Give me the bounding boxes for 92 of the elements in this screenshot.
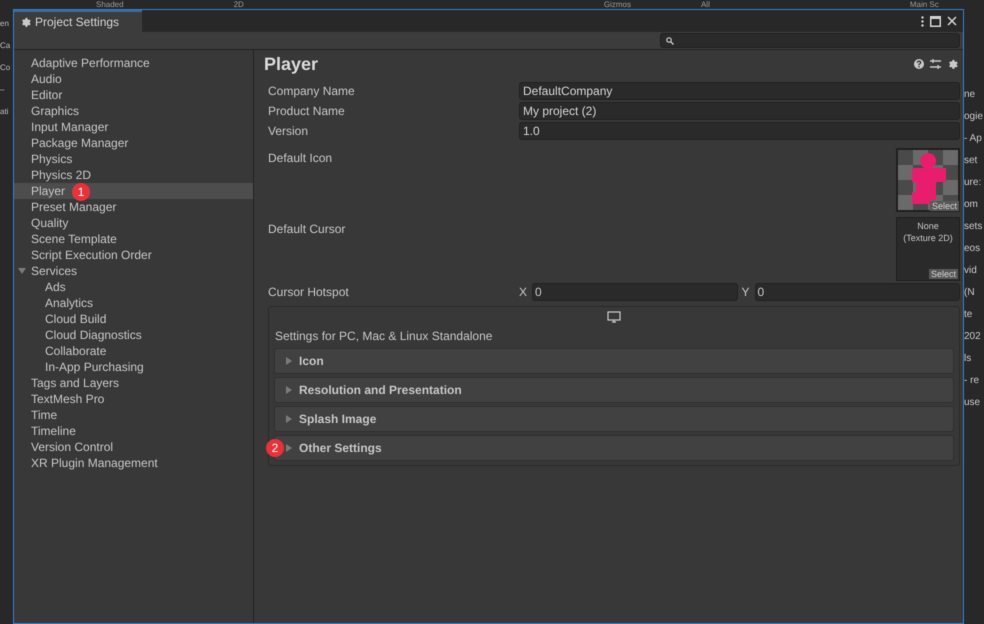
editor-text: ure: <box>964 177 982 189</box>
search-icon <box>666 36 674 44</box>
expand-caret-icon <box>18 267 26 275</box>
sidebar-item[interactable]: Player 1 <box>14 183 253 199</box>
search-field[interactable] <box>660 33 960 48</box>
annotation-badge: 2 <box>266 439 284 457</box>
toolbar-text: All <box>700 0 710 9</box>
text-field[interactable]: 1.0 <box>519 122 960 140</box>
sidebar-item[interactable]: Cloud Diagnostics <box>14 327 253 343</box>
editor-text: en <box>0 19 10 29</box>
editor-text: ogie <box>964 111 984 123</box>
editor-text: sets <box>964 221 984 233</box>
sidebar-item[interactable]: Package Manager <box>14 135 253 151</box>
sidebar-item[interactable]: Services <box>14 263 253 279</box>
editor-text: - Ap <box>964 133 983 145</box>
sidebar-item[interactable]: Analytics <box>14 295 253 311</box>
editor-text: ne <box>964 89 976 101</box>
axis-label: Y <box>742 284 751 301</box>
close-icon[interactable] <box>947 16 957 26</box>
editor-text: set <box>964 155 978 167</box>
editor-text: 202 <box>964 331 982 343</box>
editor-text: eos <box>964 243 982 255</box>
settings-icon[interactable] <box>947 58 958 70</box>
number-field[interactable]: 0 <box>754 283 960 301</box>
sidebar-item[interactable]: Graphics <box>14 103 253 119</box>
sidebar-item[interactable]: Adaptive Performance <box>14 55 253 71</box>
editor-text: – <box>0 85 6 95</box>
number-field[interactable]: 0 <box>532 283 738 301</box>
platform-title: Settings for PC, Mac & Linux Standalone <box>275 328 494 345</box>
sidebar-item[interactable]: Input Manager <box>14 119 253 135</box>
select-button[interactable]: Select <box>928 269 958 279</box>
editor-text: (N <box>964 287 976 299</box>
sliders-icon[interactable] <box>930 59 941 69</box>
foldout-caret-icon <box>285 386 293 394</box>
maximize-icon[interactable] <box>930 16 941 26</box>
field-label: Product Name <box>268 103 346 120</box>
axis-label: X <box>519 284 528 301</box>
panel-title: Player <box>264 52 318 76</box>
editor-text: te <box>964 309 974 321</box>
editor-text: Ca <box>0 41 12 51</box>
editor-text: use <box>964 397 982 409</box>
foldout-header[interactable]: Resolution and Presentation <box>274 377 954 403</box>
field-label: Company Name <box>268 83 356 100</box>
sidebar-item[interactable]: Time <box>14 407 253 423</box>
sidebar-item[interactable]: Scene Template <box>14 231 253 247</box>
toolbar-text: Main Sc <box>910 0 939 9</box>
editor-text: vid <box>964 265 978 277</box>
texture-slot[interactable]: None (Texture 2D) Select <box>896 217 960 281</box>
field-label: Version <box>268 123 310 140</box>
text-field[interactable]: DefaultCompany <box>519 82 960 100</box>
sidebar-item[interactable]: XR Plugin Management <box>14 455 253 471</box>
sidebar-item[interactable]: Quality <box>14 215 253 231</box>
settings-icon <box>20 16 31 28</box>
toolbar-text: Shaded <box>96 0 124 9</box>
sidebar-item[interactable]: Script Execution Order <box>14 247 253 263</box>
sidebar-item[interactable]: Cloud Build <box>14 311 253 327</box>
toolbar-text: 2D <box>234 0 244 9</box>
editor-text: - re <box>964 375 980 387</box>
sidebar-item[interactable]: Timeline <box>14 423 253 439</box>
text-field[interactable]: My project (2) <box>519 102 960 120</box>
sidebar-item[interactable]: Preset Manager <box>14 199 253 215</box>
foldout-header[interactable]: Splash Image <box>274 406 954 432</box>
select-button[interactable]: Select <box>930 201 959 211</box>
editor-text: ls <box>964 353 972 365</box>
texture-slot-text: None (Texture 2D) <box>903 220 953 244</box>
foldout-caret-icon <box>285 357 293 365</box>
editor-text: om <box>964 199 979 211</box>
sidebar-item[interactable]: Audio <box>14 71 253 87</box>
editor-text: ati <box>0 107 10 117</box>
foldout-caret-icon <box>285 415 293 423</box>
icon-slot[interactable]: Select <box>896 148 960 212</box>
sidebar-item[interactable]: In-App Purchasing <box>14 359 253 375</box>
sidebar-item[interactable]: Tags and Layers <box>14 375 253 391</box>
sidebar-item[interactable]: Version Control <box>14 439 253 455</box>
annotation-badge: 1 <box>72 183 90 201</box>
field-label: Default Icon <box>268 150 332 167</box>
editor-text: Co <box>0 63 12 73</box>
sidebar-item[interactable]: TextMesh Pro <box>14 391 253 407</box>
field-label: Default Cursor <box>268 221 346 238</box>
sidebar-item[interactable]: Collaborate <box>14 343 253 359</box>
sidebar-item[interactable]: Editor <box>14 87 253 103</box>
toolbar-text: Gizmos <box>604 0 631 9</box>
foldout-header[interactable]: Icon <box>274 348 954 374</box>
foldout-caret-icon <box>285 444 293 452</box>
monitor-icon[interactable] <box>607 311 621 323</box>
help-icon[interactable] <box>914 59 924 69</box>
window-tab[interactable]: Project Settings <box>14 10 142 32</box>
sidebar-item[interactable]: Ads <box>14 279 253 295</box>
sidebar-item[interactable]: Physics <box>14 151 253 167</box>
sidebar-item[interactable]: Physics 2D <box>14 167 253 183</box>
more-options-icon[interactable] <box>921 16 924 26</box>
field-label: Cursor Hotspot <box>268 284 350 301</box>
